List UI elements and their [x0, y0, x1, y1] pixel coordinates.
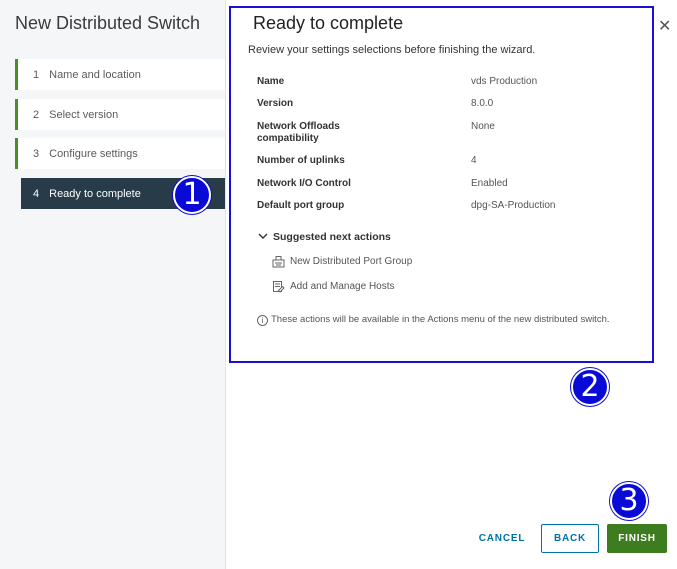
- summary-label-nioc: Network I/O Control: [257, 178, 351, 189]
- summary-value-default-port-group: dpg-SA-Production: [471, 200, 556, 211]
- summary-label-uplinks: Number of uplinks: [257, 155, 345, 166]
- info-icon: i: [257, 315, 268, 326]
- step-label: Name and location: [49, 68, 141, 81]
- info-note: i These actions will be available in the …: [257, 314, 642, 326]
- manage-hosts-icon: [272, 280, 285, 293]
- annotation-badge-2: 2: [571, 368, 609, 406]
- suggested-actions-toggle[interactable]: Suggested next actions: [258, 231, 391, 243]
- action-new-port-group[interactable]: New Distributed Port Group: [272, 255, 412, 268]
- cancel-button[interactable]: CANCEL: [473, 524, 531, 553]
- close-icon[interactable]: ✕: [658, 18, 671, 34]
- summary-label-network-offloads: Network Offloads: [257, 121, 340, 132]
- wizard-nav: New Distributed Switch 1 Name and locati…: [0, 0, 226, 569]
- summary-label-name: Name: [257, 76, 285, 87]
- page-title: Ready to complete: [253, 13, 404, 33]
- summary-value-uplinks: 4: [471, 155, 477, 166]
- page-subtitle: Review your settings selections before f…: [248, 44, 536, 56]
- annotation-badge-3: 3: [610, 482, 648, 520]
- wizard-title: New Distributed Switch: [15, 13, 201, 33]
- summary-value-network-offloads: None: [471, 121, 495, 132]
- summary-label-default-port-group: Default port group: [257, 200, 345, 211]
- finish-button[interactable]: FINISH: [607, 524, 667, 553]
- step-label: Ready to complete: [49, 187, 141, 200]
- step-number: 2: [33, 108, 40, 121]
- summary-label-network-offloads-line2: compatibility: [257, 133, 319, 144]
- info-note-text: These actions will be available in the A…: [271, 314, 610, 325]
- step-configure-settings[interactable]: 3 Configure settings: [15, 138, 225, 169]
- action-label: New Distributed Port Group: [290, 256, 413, 267]
- step-number: 3: [33, 147, 40, 160]
- back-button[interactable]: BACK: [541, 524, 599, 553]
- summary-value-name: vds Production: [471, 76, 538, 87]
- step-label: Select version: [49, 108, 119, 121]
- step-number: 1: [33, 68, 40, 81]
- port-group-icon: [272, 255, 285, 268]
- summary-value-version: 8.0.0: [471, 98, 494, 109]
- summary-value-nioc: Enabled: [471, 178, 508, 189]
- step-number: 4: [33, 187, 40, 200]
- step-name-and-location[interactable]: 1 Name and location: [15, 59, 225, 90]
- step-label: Configure settings: [49, 147, 138, 160]
- action-label: Add and Manage Hosts: [290, 281, 395, 292]
- step-select-version[interactable]: 2 Select version: [15, 99, 225, 130]
- summary-label-version: Version: [257, 98, 294, 109]
- action-add-manage-hosts[interactable]: Add and Manage Hosts: [272, 280, 395, 293]
- suggested-actions-heading: Suggested next actions: [273, 231, 391, 243]
- annotation-badge-1: 1: [173, 176, 211, 214]
- chevron-down-icon: [258, 232, 268, 243]
